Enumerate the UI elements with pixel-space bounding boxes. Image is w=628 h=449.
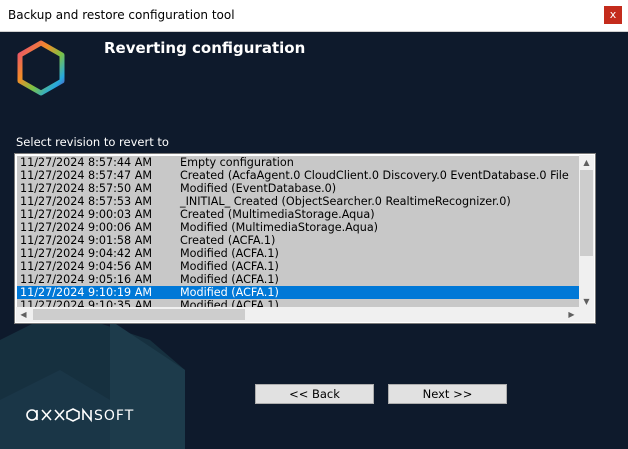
scrollbar-corner (579, 307, 594, 322)
revision-description: _INITIAL_ Created (ObjectSearcher.0 Real… (180, 195, 511, 208)
revision-row[interactable]: 11/27/2024 9:04:42 AM Modified (ACFA.1) (17, 247, 580, 260)
revision-time: 11/27/2024 9:04:56 AM (20, 260, 153, 273)
revision-description: Modified (EventDatabase.0) (180, 182, 337, 195)
revision-description: Created (MultimediaStorage.Aqua) (180, 208, 375, 221)
chevron-left-icon[interactable]: ◀ (16, 307, 31, 322)
vertical-scroll-thumb[interactable] (580, 170, 593, 256)
revision-row[interactable]: 11/27/2024 9:01:58 AM Created (ACFA.1) (17, 234, 580, 247)
revision-description: Modified (ACFA.1) (180, 273, 279, 286)
revision-time: 11/27/2024 9:00:06 AM (20, 221, 153, 234)
revision-time: 11/27/2024 8:57:53 AM (20, 195, 153, 208)
revision-time: 11/27/2024 9:10:19 AM (20, 286, 153, 299)
chevron-right-icon[interactable]: ▶ (564, 307, 579, 322)
revision-description: Created (ACFA.1) (180, 234, 276, 247)
brand-logo: SOFT (24, 406, 146, 428)
revision-prompt: Select revision to revert to (16, 135, 169, 149)
close-button[interactable]: x (604, 6, 622, 24)
revision-description: Modified (ACFA.1) (180, 286, 279, 299)
horizontal-scrollbar[interactable]: ◀ ▶ (16, 307, 579, 322)
page-heading: Reverting configuration (104, 39, 306, 57)
revision-row[interactable]: 11/27/2024 9:10:19 AM Modified (ACFA.1) (17, 286, 580, 299)
title-bar: Backup and restore configuration tool x (0, 0, 628, 32)
revision-row[interactable]: 11/27/2024 9:00:03 AM Created (Multimedia… (17, 208, 580, 221)
revision-time: 11/27/2024 9:00:03 AM (20, 208, 153, 221)
next-button[interactable]: Next >> (388, 384, 507, 404)
revision-row[interactable]: 11/27/2024 9:05:16 AM Modified (ACFA.1) (17, 273, 580, 286)
revision-row[interactable]: 11/27/2024 8:57:47 AM Created (AcfaAgent.… (17, 169, 580, 182)
revision-time: 11/27/2024 9:04:42 AM (20, 247, 153, 260)
revision-row[interactable]: 11/27/2024 8:57:44 AM Empty configuration (17, 156, 580, 169)
revision-row[interactable]: 11/27/2024 8:57:50 AM Modified (EventData… (17, 182, 580, 195)
revision-time: 11/27/2024 9:05:16 AM (20, 273, 153, 286)
revision-list-items: 11/27/2024 8:57:44 AM Empty configuration… (17, 156, 580, 310)
revision-time: 11/27/2024 8:57:44 AM (20, 156, 153, 169)
chevron-up-icon[interactable]: ▲ (579, 155, 594, 170)
revision-time: 11/27/2024 8:57:50 AM (20, 182, 153, 195)
vertical-scrollbar[interactable]: ▲ ▼ (579, 155, 594, 309)
wizard-window: Backup and restore configuration tool x … (0, 0, 628, 449)
revision-description: Modified (MultimediaStorage.Aqua) (180, 221, 379, 234)
window-title: Backup and restore configuration tool (8, 8, 235, 22)
back-button[interactable]: << Back (255, 384, 374, 404)
revision-description: Modified (ACFA.1) (180, 260, 279, 273)
revision-description: Empty configuration (180, 156, 294, 169)
hexagon-logo-icon (17, 40, 65, 96)
revision-row[interactable]: 11/27/2024 8:57:53 AM _INITIAL_ Created (… (17, 195, 580, 208)
horizontal-scroll-thumb[interactable] (33, 309, 245, 320)
svg-text:SOFT: SOFT (94, 408, 134, 424)
revision-description: Created (AcfaAgent.0 CloudClient.0 Disco… (180, 169, 569, 182)
revision-time: 11/27/2024 8:57:47 AM (20, 169, 153, 182)
brand-wordmark: SOFT (26, 407, 134, 424)
revision-row[interactable]: 11/27/2024 9:04:56 AM Modified (ACFA.1) (17, 260, 580, 273)
revision-list[interactable]: 11/27/2024 8:57:44 AM Empty configuration… (14, 153, 596, 324)
revision-row[interactable]: 11/27/2024 9:00:06 AM Modified (Multimedi… (17, 221, 580, 234)
revision-time: 11/27/2024 9:01:58 AM (20, 234, 153, 247)
revision-description: Modified (ACFA.1) (180, 247, 279, 260)
